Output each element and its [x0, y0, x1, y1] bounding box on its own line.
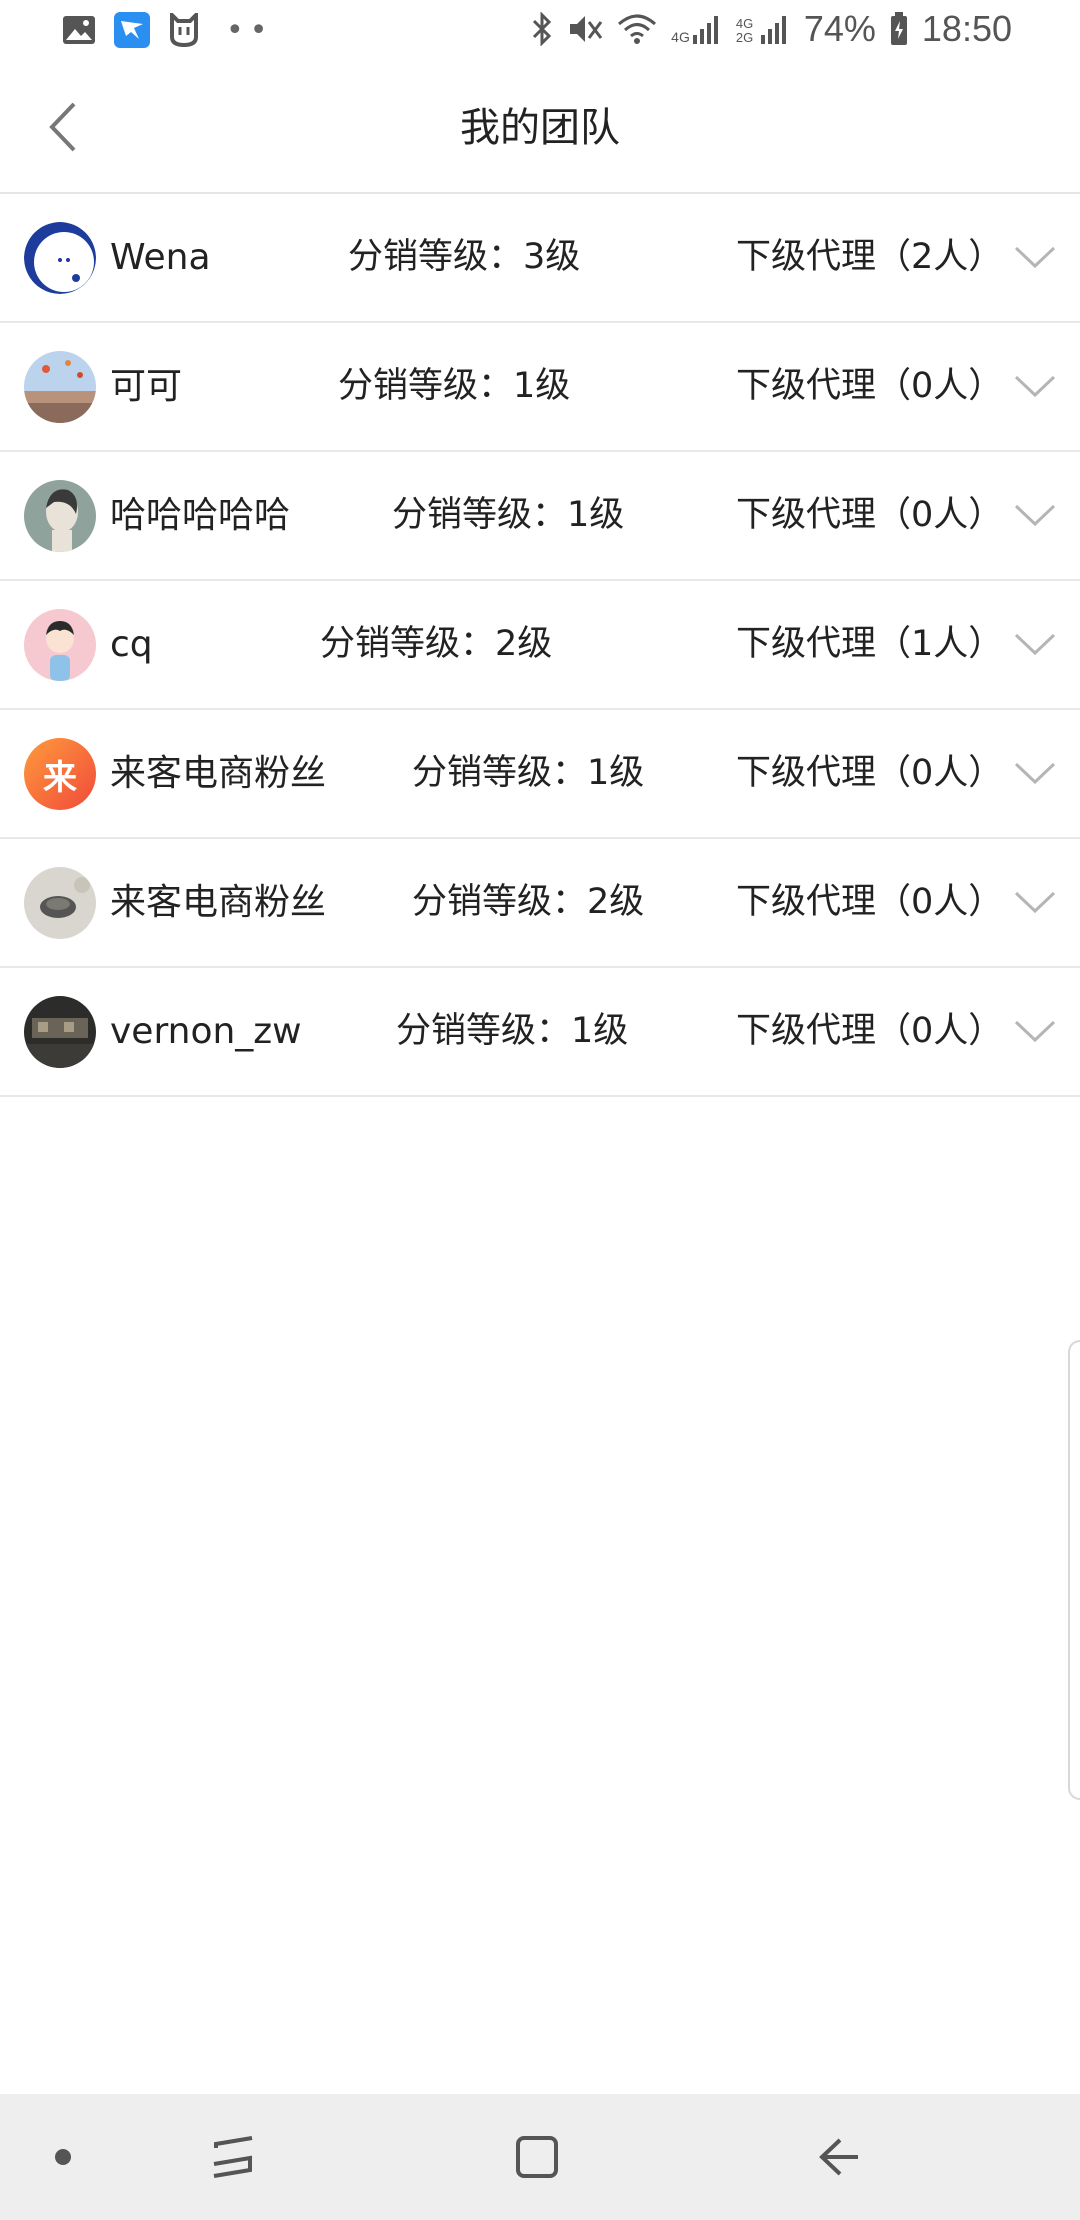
status-bar-notifications: •• — [62, 12, 273, 48]
team-member-row[interactable]: cq 分销等级：2级 下级代理（1人） — [0, 581, 1080, 710]
sub-agent-count: 下级代理（0人） — [736, 1011, 1004, 1051]
chevron-down-icon[interactable] — [1014, 240, 1056, 274]
sub-agent-count: 下级代理（0人） — [736, 495, 1004, 535]
avatar: 来 — [24, 738, 96, 810]
signal-1: 4G — [671, 13, 722, 45]
sub-agent-count: 下级代理（0人） — [736, 753, 1004, 793]
member-name: 可可 — [110, 366, 183, 407]
chevron-down-icon[interactable] — [1014, 885, 1056, 919]
home-button[interactable] — [502, 2122, 572, 2192]
signal-strength-icon-2 — [760, 16, 786, 44]
clock: 18:50 — [921, 8, 1012, 49]
more-notifications-icon: •• — [226, 12, 274, 48]
chevron-down-icon[interactable] — [1014, 1014, 1056, 1048]
battery-icon — [890, 12, 907, 45]
distribution-level: 分销等级：1级 — [412, 753, 645, 793]
sub-agent-count: 下级代理（0人） — [736, 882, 1004, 922]
member-name: 来客电商粉丝 — [110, 882, 327, 923]
avatar — [24, 996, 96, 1068]
avatar-glyph: 来 — [43, 757, 77, 798]
edge-panel-handle[interactable] — [1068, 1340, 1080, 1800]
network-type-label: 4G — [671, 29, 690, 45]
sub-agent-count: 下级代理（2人） — [736, 237, 1004, 277]
team-member-list: Wena 分销等级：3级 下级代理（2人） 可可 分销等级：1级 下级代理（0人… — [0, 194, 1080, 1097]
signal-2: 4G 2G — [736, 13, 790, 45]
team-member-row[interactable]: 来客电商粉丝 分销等级：2级 下级代理（0人） — [0, 839, 1080, 968]
team-member-row[interactable]: vernon_zw 分销等级：1级 下级代理（0人） — [0, 968, 1080, 1097]
distribution-level: 分销等级：3级 — [348, 237, 581, 277]
distribution-level: 分销等级：1级 — [396, 1011, 629, 1051]
cat-app-icon — [170, 13, 198, 47]
mute-icon — [570, 16, 603, 42]
member-name: 来客电商粉丝 — [110, 753, 327, 794]
nav-dot-button[interactable] — [28, 2122, 98, 2192]
chevron-down-icon[interactable] — [1014, 369, 1056, 403]
distribution-level: 分销等级：2级 — [412, 882, 645, 922]
team-member-row[interactable]: Wena 分销等级：3级 下级代理（2人） — [0, 194, 1080, 323]
status-bar: •• 4G 4G 2G 74% 18:50 — [0, 0, 1080, 64]
navigation-bar — [0, 2094, 1080, 2220]
avatar — [24, 351, 96, 423]
header: 我的团队 — [0, 64, 1080, 194]
sub-agent-count: 下级代理（0人） — [736, 366, 1004, 406]
avatar — [24, 480, 96, 552]
chevron-down-icon[interactable] — [1014, 627, 1056, 661]
distribution-level: 分销等级：1级 — [338, 366, 571, 406]
recent-apps-button[interactable] — [198, 2122, 268, 2192]
chevron-down-icon[interactable] — [1014, 756, 1056, 790]
avatar — [24, 867, 96, 939]
team-member-row[interactable]: 来 来客电商粉丝 分销等级：1级 下级代理（0人） — [0, 710, 1080, 839]
home-icon — [516, 2136, 558, 2178]
member-name: cq — [110, 624, 153, 665]
app-notification-icon — [114, 12, 150, 48]
battery-percentage: 74% — [803, 8, 876, 49]
member-name: 哈哈哈哈哈 — [110, 495, 291, 536]
avatar — [24, 222, 96, 294]
sub-agent-count: 下级代理（1人） — [736, 624, 1004, 664]
page-title: 我的团队 — [460, 105, 620, 151]
dot-icon — [55, 2149, 71, 2165]
member-name: Wena — [110, 237, 211, 278]
nav-back-button[interactable] — [804, 2122, 874, 2192]
recent-apps-icon — [213, 2136, 253, 2178]
gallery-icon — [63, 16, 95, 44]
member-name: vernon_zw — [110, 1011, 302, 1052]
team-member-row[interactable]: 可可 分销等级：1级 下级代理（0人） — [0, 323, 1080, 452]
network-type-label-2: 4G 2G — [735, 16, 754, 45]
avatar — [24, 609, 96, 681]
team-member-row[interactable]: 哈哈哈哈哈 分销等级：1级 下级代理（0人） — [0, 452, 1080, 581]
back-arrow-icon — [819, 2138, 858, 2176]
bluetooth-icon — [533, 12, 552, 46]
distribution-level: 分销等级：2级 — [320, 624, 553, 664]
chevron-down-icon[interactable] — [1014, 498, 1056, 532]
distribution-level: 分销等级：1级 — [392, 495, 625, 535]
status-bar-system: 4G 4G 2G 74% 18:50 — [531, 8, 1012, 50]
signal-strength-icon — [692, 16, 718, 44]
wifi-icon — [618, 14, 657, 44]
